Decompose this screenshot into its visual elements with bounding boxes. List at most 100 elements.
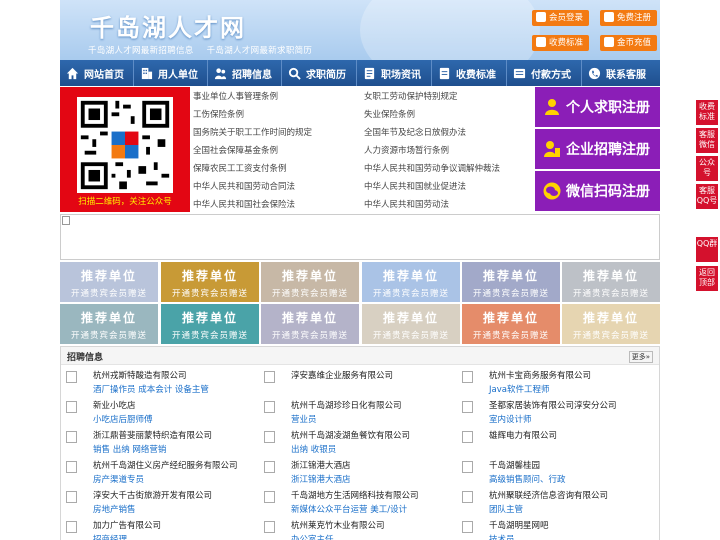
- company-name[interactable]: 浙江锦港大酒店: [291, 459, 351, 471]
- recommend-slot[interactable]: 推荐单位 开通贵宾会员赠送: [462, 262, 560, 302]
- fees-button[interactable]: 收费标准: [532, 35, 590, 51]
- nav-resumes[interactable]: 求职简历: [282, 60, 356, 86]
- company-name[interactable]: 千岛湖馨桂园: [489, 459, 540, 471]
- company-name[interactable]: 千岛湖地方生活网络科技有限公司: [291, 489, 419, 501]
- policy-link[interactable]: 中华人民共和国劳动争议调解仲裁法: [364, 162, 500, 174]
- job-listing[interactable]: 杭州聚联经济信息咨询有限公司 团队主管: [457, 487, 653, 517]
- job-listing[interactable]: 杭州莱克竹木业有限公司办公室主任: [259, 517, 455, 540]
- job-positions[interactable]: 营业员: [291, 413, 317, 425]
- nav-employers[interactable]: 用人单位: [134, 60, 207, 86]
- recommend-slot[interactable]: 推荐单位 开通贵宾会员赠送: [562, 262, 660, 302]
- wechat-register-button[interactable]: 微信扫码注册: [535, 171, 660, 211]
- company-name[interactable]: 淳安大千古街旅游开发有限公司: [93, 489, 212, 501]
- job-positions[interactable]: 团队主管: [489, 503, 523, 515]
- recharge-button[interactable]: 金币充值: [600, 35, 658, 51]
- nav-news[interactable]: 职场资讯: [357, 60, 431, 86]
- job-listing[interactable]: 千岛湖明星网吧技术员: [457, 517, 653, 540]
- policy-link[interactable]: 保障农民工工资支付条例: [193, 162, 287, 174]
- nav-fees[interactable]: 收费标准: [432, 60, 506, 86]
- job-listing[interactable]: 淳安嘉维企业服务有限公司: [259, 367, 455, 397]
- policy-link[interactable]: 中华人民共和国劳动合同法: [193, 180, 295, 192]
- recommend-slot[interactable]: 推荐单位 开通贵宾会员赠送: [60, 262, 158, 302]
- company-name[interactable]: 雄辉电力有限公司: [489, 429, 557, 441]
- job-positions[interactable]: 新媒体公众平台运营 美工/设计: [291, 503, 407, 515]
- company-name[interactable]: 新业小吃店: [93, 399, 136, 411]
- company-name[interactable]: 杭州莱克竹木业有限公司: [291, 519, 385, 531]
- job-positions[interactable]: 销售 出纳 网络营销: [93, 443, 166, 455]
- nav-jobs[interactable]: 招聘信息: [208, 60, 281, 86]
- policy-link[interactable]: 事业单位人事管理条例: [193, 90, 278, 102]
- company-name[interactable]: 杭州千岛湖珍珍日化有限公司: [291, 399, 402, 411]
- side-fees[interactable]: 收费标准: [696, 100, 718, 125]
- company-name[interactable]: 千岛湖明星网吧: [489, 519, 549, 531]
- company-name[interactable]: 杭州千岛湖住义房产经纪服务有限公司: [93, 459, 238, 471]
- company-name[interactable]: 杭州戎斯特酸造有限公司: [93, 369, 187, 381]
- job-listing[interactable]: 新业小吃店小吃店后厨师傅: [61, 397, 257, 427]
- job-listing[interactable]: 雄辉电力有限公司: [457, 427, 653, 457]
- policy-link[interactable]: 工伤保险条例: [193, 108, 244, 120]
- company-name[interactable]: 加力广告有限公司: [93, 519, 161, 531]
- job-listing[interactable]: 千岛湖地方生活网络科技有限公司 新媒体公众平台运营 美工/设计: [259, 487, 455, 517]
- job-positions[interactable]: 出纳 收银员: [291, 443, 336, 455]
- recommend-slot[interactable]: 推荐单位 开通贵宾会员赠送: [60, 304, 158, 344]
- side-service-qq[interactable]: 客服QQ号: [696, 184, 718, 209]
- register-button[interactable]: 免费注册: [600, 10, 658, 26]
- job-listing[interactable]: 杭州千岛湖住义房产经纪服务有限公司 房产渠道专员: [61, 457, 257, 487]
- company-name[interactable]: 浙江鼎普斐丽蒙特织造有限公司: [93, 429, 212, 441]
- policy-link[interactable]: 女职工劳动保护特别规定: [364, 90, 458, 102]
- more-link[interactable]: 更多»: [628, 351, 653, 363]
- policy-link[interactable]: 全国社会保障基金条例: [193, 144, 278, 156]
- nav-contact[interactable]: 联系客服: [582, 60, 655, 86]
- site-title[interactable]: 千岛湖人才网: [90, 8, 246, 43]
- recommend-slot[interactable]: 推荐单位 开通贵宾会员赠送: [261, 262, 359, 302]
- job-listing[interactable]: 杭州卡宝商务服务有限公司 Java软件工程师: [457, 367, 653, 397]
- side-service-wechat[interactable]: 客服微信: [696, 128, 718, 153]
- job-positions[interactable]: 招商经理: [93, 533, 127, 540]
- job-listing[interactable]: 淳安大千古街旅游开发有限公司 房地产销售: [61, 487, 257, 517]
- policy-link[interactable]: 国务院关于职工工作时间的规定: [193, 126, 312, 138]
- side-back-to-top[interactable]: 返回顶部: [696, 266, 718, 291]
- policy-link[interactable]: 人力资源市场暂行条例: [364, 144, 449, 156]
- policy-link[interactable]: 中华人民共和国社会保险法: [193, 198, 295, 210]
- login-button[interactable]: 会员登录: [532, 10, 590, 26]
- recommend-slot[interactable]: 推荐单位 开通贵宾会员赠送: [562, 304, 660, 344]
- job-positions[interactable]: 酒厂操作员 成本会计 设备主管: [93, 383, 209, 395]
- company-register-button[interactable]: 企业招聘注册: [535, 129, 660, 169]
- recommend-slot[interactable]: 推荐单位 开通贵宾会员赠送: [362, 304, 460, 344]
- side-official-account[interactable]: 公众号: [696, 156, 718, 181]
- job-listing[interactable]: 杭州戎斯特酸造有限公司酒厂操作员 成本会计 设备主管: [61, 367, 257, 397]
- job-listing[interactable]: 杭州千岛湖凌湖鱼餐饮有限公司 出纳 收银员: [259, 427, 455, 457]
- job-positions[interactable]: 房产渠道专员: [93, 473, 144, 485]
- job-positions[interactable]: 房地产销售: [93, 503, 136, 515]
- company-name[interactable]: 淳安嘉维企业服务有限公司: [291, 369, 393, 381]
- policy-link[interactable]: 中华人民共和国就业促进法: [364, 180, 466, 192]
- side-qq-group[interactable]: QQ群: [696, 237, 718, 262]
- job-listing[interactable]: 浙江锦港大酒店 浙江锦港大酒店: [259, 457, 455, 487]
- recommend-slot[interactable]: 推荐单位 开通贵宾会员赠送: [462, 304, 560, 344]
- company-name[interactable]: 杭州卡宝商务服务有限公司: [489, 369, 591, 381]
- job-positions[interactable]: 室内设计师: [489, 413, 532, 425]
- latest-resumes-link[interactable]: 千岛湖人才网最新求职简历: [207, 46, 313, 56]
- nav-payment[interactable]: 付款方式: [507, 60, 581, 86]
- latest-jobs-link[interactable]: 千岛湖人才网最新招聘信息: [88, 46, 194, 56]
- recommend-slot[interactable]: 推荐单位 开通贵宾会员赠送: [362, 262, 460, 302]
- job-listing[interactable]: 千岛湖馨桂园高级销售顾问、行政: [457, 457, 653, 487]
- job-listing[interactable]: 杭州千岛湖珍珍日化有限公司 营业员: [259, 397, 455, 427]
- job-listing[interactable]: 加力广告有限公司招商经理: [61, 517, 257, 540]
- nav-home[interactable]: 网站首页: [60, 60, 133, 86]
- job-positions[interactable]: Java软件工程师: [489, 383, 549, 395]
- policy-link[interactable]: 全国年节及纪念日放假办法: [364, 126, 466, 138]
- job-listing[interactable]: 圣都家居装饰有限公司淳安分公司 室内设计师: [457, 397, 653, 427]
- job-positions[interactable]: 高级销售顾问、行政: [489, 473, 566, 485]
- recommend-slot[interactable]: 推荐单位 开通贵宾会员赠送: [261, 304, 359, 344]
- recommend-slot[interactable]: 推荐单位 开通贵宾会员赠送: [161, 262, 259, 302]
- policy-link[interactable]: 中华人民共和国劳动法: [364, 198, 449, 210]
- job-listing[interactable]: 浙江鼎普斐丽蒙特织造有限公司 销售 出纳 网络营销: [61, 427, 257, 457]
- seeker-register-button[interactable]: 个人求职注册: [535, 87, 660, 127]
- job-positions[interactable]: 技术员: [489, 533, 515, 540]
- banner-ad-placeholder[interactable]: [60, 214, 660, 260]
- company-name[interactable]: 杭州聚联经济信息咨询有限公司: [489, 489, 608, 501]
- job-positions[interactable]: 小吃店后厨师傅: [93, 413, 153, 425]
- company-name[interactable]: 圣都家居装饰有限公司淳安分公司: [489, 399, 617, 411]
- job-positions[interactable]: 办公室主任: [291, 533, 334, 540]
